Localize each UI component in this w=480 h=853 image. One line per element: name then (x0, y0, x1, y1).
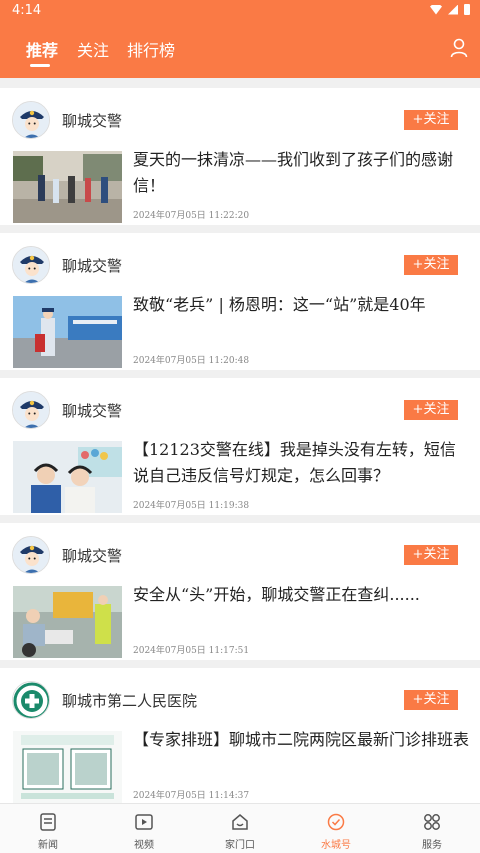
nav-video[interactable]: 视频 (96, 804, 192, 853)
status-bar: 4:14 (0, 0, 480, 22)
news-time: 2024年07月05日 11:19:38 (133, 501, 250, 511)
signal-icon (448, 4, 458, 15)
police-avatar-icon (13, 247, 49, 283)
nav-shuicheng[interactable]: 水城号 (288, 804, 384, 853)
wifi-icon (430, 4, 442, 15)
author-name[interactable]: 聊城交警 (62, 110, 122, 131)
bottom-nav: 新闻 视频 家门口 水城号 服务 (0, 803, 480, 853)
news-card[interactable]: 聊城市第二人民医院 +关注 【专家排班】聊城市二院两院区最新门诊排班表 2024… (0, 668, 480, 803)
news-title[interactable]: 【12123交警在线】我是掉头没有左转，短信说自己违反信号灯规定，怎么回事？ (133, 437, 469, 489)
nav-services[interactable]: 服务 (384, 804, 480, 853)
news-feed: 聊城交警 +关注 夏天的一抹清凉——我们收到了孩子们的感谢信！ 2024年07月… (0, 78, 480, 803)
news-thumbnail[interactable] (13, 586, 122, 658)
video-icon (135, 814, 153, 830)
hospital-logo-icon (13, 682, 49, 718)
tab-ranking[interactable]: 排行榜 (127, 37, 175, 61)
news-title[interactable]: 夏天的一抹清凉——我们收到了孩子们的感谢信！ (133, 147, 469, 199)
news-thumbnail[interactable] (13, 151, 122, 223)
user-icon[interactable] (450, 38, 468, 58)
author-name[interactable]: 聊城交警 (62, 255, 122, 276)
tab-recommend[interactable]: 推荐 (26, 37, 58, 61)
police-avatar-icon (13, 537, 49, 573)
police-avatar-icon (13, 102, 49, 138)
news-time: 2024年07月05日 11:17:51 (133, 646, 250, 656)
nav-news-label: 新闻 (38, 840, 58, 851)
author-avatar[interactable] (12, 681, 50, 719)
news-title[interactable]: 【专家排班】聊城市二院两院区最新门诊排班表 (133, 727, 469, 753)
author-name[interactable]: 聊城交警 (62, 400, 122, 421)
police-avatar-icon (13, 392, 49, 428)
news-time: 2024年07月05日 11:14:37 (133, 791, 250, 801)
follow-button[interactable]: +关注 (404, 400, 458, 420)
news-thumbnail[interactable] (13, 441, 122, 513)
nav-shuicheng-label: 水城号 (321, 840, 351, 851)
nav-news[interactable]: 新闻 (0, 804, 96, 853)
author-name[interactable]: 聊城市第二人民医院 (62, 690, 197, 711)
author-avatar[interactable] (12, 536, 50, 574)
nav-home-door[interactable]: 家门口 (192, 804, 288, 853)
news-card[interactable]: 聊城交警 +关注 致敬“老兵” | 杨恩明：这一“站”就是40年 2024年07… (0, 233, 480, 370)
services-icon (424, 814, 440, 830)
news-title[interactable]: 安全从“头”开始，聊城交警正在查纠...... (133, 582, 469, 608)
tab-following[interactable]: 关注 (77, 37, 109, 61)
nav-home-door-label: 家门口 (225, 840, 255, 851)
news-thumbnail[interactable] (13, 731, 122, 803)
author-name[interactable]: 聊城交警 (62, 545, 122, 566)
top-nav: 推荐 关注 排行榜 (0, 22, 480, 78)
status-time: 4:14 (12, 3, 42, 18)
news-icon (40, 813, 56, 831)
follow-button[interactable]: +关注 (404, 255, 458, 275)
author-avatar[interactable] (12, 246, 50, 284)
news-title[interactable]: 致敬“老兵” | 杨恩明：这一“站”就是40年 (133, 292, 469, 318)
author-avatar[interactable] (12, 101, 50, 139)
shuicheng-icon (327, 813, 345, 831)
battery-icon (464, 4, 470, 15)
nav-services-label: 服务 (422, 840, 442, 851)
follow-button[interactable]: +关注 (404, 110, 458, 130)
news-thumbnail[interactable] (13, 296, 122, 368)
news-card[interactable]: 聊城交警 +关注 【12123交警在线】我是掉头没有左转，短信说自己违反信号灯规… (0, 378, 480, 515)
status-icons (430, 4, 470, 15)
news-time: 2024年07月05日 11:22:20 (133, 211, 250, 221)
home-door-icon (232, 814, 248, 830)
news-card[interactable]: 聊城交警 +关注 夏天的一抹清凉——我们收到了孩子们的感谢信！ 2024年07月… (0, 88, 480, 225)
nav-video-label: 视频 (134, 840, 154, 851)
author-avatar[interactable] (12, 391, 50, 429)
news-card[interactable]: 聊城交警 +关注 安全从“头”开始，聊城交警正在查纠...... 2024年07… (0, 523, 480, 660)
follow-button[interactable]: +关注 (404, 690, 458, 710)
news-time: 2024年07月05日 11:20:48 (133, 356, 250, 366)
tab-underline (30, 64, 50, 67)
follow-button[interactable]: +关注 (404, 545, 458, 565)
